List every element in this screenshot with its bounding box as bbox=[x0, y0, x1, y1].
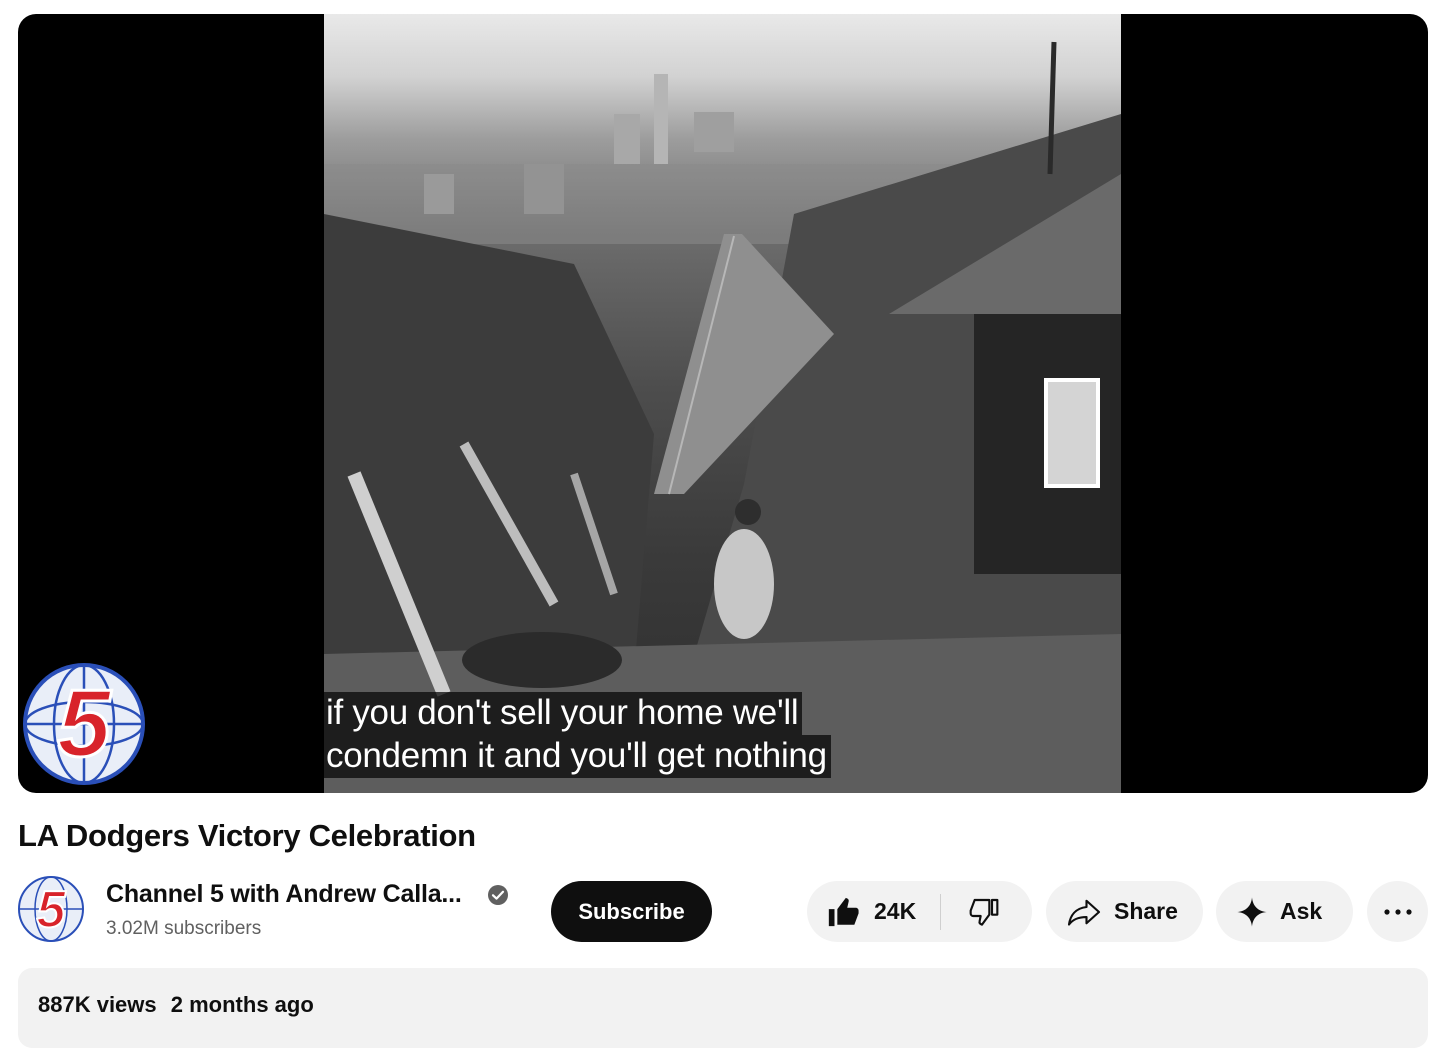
more-actions-button[interactable] bbox=[1367, 881, 1428, 942]
svg-text:5: 5 bbox=[37, 881, 67, 939]
video-player[interactable]: 5 if you don't sell your home we'll cond… bbox=[18, 14, 1428, 793]
caption-block: if you don't sell your home we'll condem… bbox=[324, 692, 831, 778]
channel-name-link[interactable]: Channel 5 with Andrew Calla... bbox=[106, 880, 462, 909]
description-meta: 887K views 2 months ago bbox=[38, 992, 322, 1018]
ask-label: Ask bbox=[1280, 898, 1323, 924]
like-button[interactable]: 24K bbox=[807, 881, 940, 942]
verified-check-icon bbox=[488, 885, 508, 905]
video-frame bbox=[324, 14, 1121, 793]
share-label: Share bbox=[1114, 898, 1178, 924]
description-box[interactable]: 887K views 2 months ago bbox=[18, 968, 1428, 1048]
like-dislike-group: 24K bbox=[807, 881, 1032, 942]
share-arrow-icon bbox=[1067, 899, 1101, 926]
channel-logo-watermark: 5 bbox=[23, 663, 145, 785]
thumb-up-icon bbox=[828, 897, 859, 926]
upload-date: 2 months ago bbox=[170, 992, 314, 1017]
share-button[interactable]: Share bbox=[1046, 881, 1203, 942]
thumb-down-icon bbox=[969, 898, 999, 926]
subscriber-count: 3.02M subscribers bbox=[106, 918, 262, 939]
svg-text:5: 5 bbox=[57, 670, 112, 777]
ask-button[interactable]: Ask bbox=[1216, 881, 1353, 942]
more-horizontal-icon bbox=[1383, 908, 1412, 915]
caption-line-2: condemn it and you'll get nothing bbox=[324, 735, 831, 778]
like-count: 24K bbox=[874, 898, 917, 924]
subscribe-button[interactable]: Subscribe bbox=[551, 881, 712, 942]
video-title: LA Dodgers Victory Celebration bbox=[18, 818, 476, 853]
channel-avatar[interactable]: 5 bbox=[18, 876, 84, 942]
caption-line-1: if you don't sell your home we'll bbox=[324, 692, 803, 735]
dislike-button[interactable] bbox=[941, 881, 1027, 942]
sparkle-icon bbox=[1237, 896, 1267, 927]
view-count: 887K views bbox=[38, 992, 157, 1017]
